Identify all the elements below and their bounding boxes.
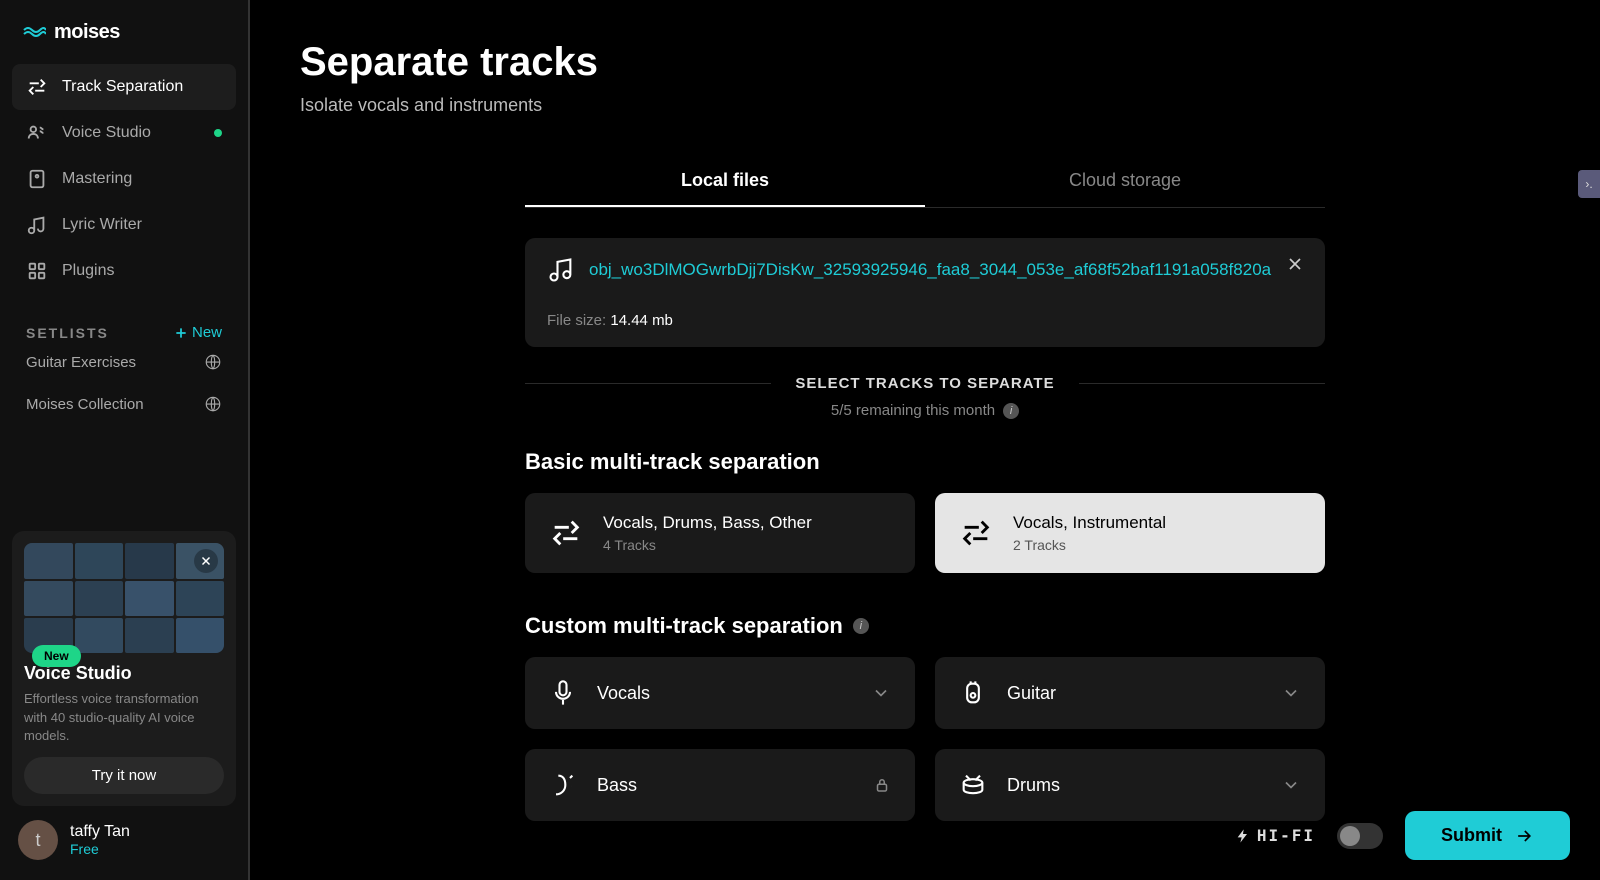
arrow-right-icon [1514,826,1534,846]
lyric-icon [26,214,48,236]
brand-logo[interactable]: moises [12,20,236,64]
custom-bass[interactable]: Bass [525,749,915,821]
nav-plugins[interactable]: Plugins [12,248,236,294]
globe-icon [204,395,222,413]
drums-icon [959,771,987,799]
mastering-icon [26,168,48,190]
nav-voice-studio[interactable]: Voice Studio [12,110,236,156]
plus-icon [174,326,188,340]
guitar-icon [959,679,987,707]
nav-label: Voice Studio [62,124,151,142]
custom-vocals[interactable]: Vocals [525,657,915,729]
chevron-down-icon [871,683,891,703]
info-icon[interactable]: i [1003,403,1019,419]
file-size-value: 14.44 mb [610,312,673,329]
custom-label: Guitar [1007,683,1261,704]
tab-cloud-storage[interactable]: Cloud storage [925,156,1325,207]
option-title: Vocals, Instrumental [1013,513,1166,533]
footer-bar: HI-FI Submit [1235,811,1570,860]
separate-icon [549,516,583,550]
remaining-count: 5/5 remaining this month i [525,402,1325,419]
custom-options-grid: Vocals Guitar Bass Drums [525,657,1325,821]
option-subtitle: 4 Tracks [603,537,812,553]
bass-icon [549,771,577,799]
plugins-icon [26,260,48,282]
user-plan: Free [70,841,130,857]
nav-label: Lyric Writer [62,216,142,234]
submit-label: Submit [1441,825,1502,846]
side-utility-tab[interactable]: ›. [1578,170,1600,198]
brand-name: moises [54,21,120,44]
logo-icon [22,20,46,44]
custom-label: Drums [1007,775,1261,796]
nav-track-separation[interactable]: Track Separation [12,64,236,110]
chevron-down-icon [1281,683,1301,703]
promo-description: Effortless voice transformation with 40 … [24,690,224,745]
info-icon[interactable]: i [853,618,869,634]
promo-card: New Voice Studio Effortless voice transf… [12,531,236,806]
hifi-toggle[interactable] [1337,823,1383,849]
uploaded-file-card: obj_wo3DlMOGwrbDjj7DisKw_32593925946_faa… [525,238,1325,347]
file-size-row: File size: 14.44 mb [547,312,1303,329]
basic-section-title: Basic multi-track separation [525,449,820,475]
option-4-tracks[interactable]: Vocals, Drums, Bass, Other 4 Tracks [525,493,915,573]
new-label: New [192,324,222,341]
custom-guitar[interactable]: Guitar [935,657,1325,729]
sidebar: moises Track Separation Voice Studio Mas… [0,0,250,880]
option-title: Vocals, Drums, Bass, Other [603,513,812,533]
basic-options-grid: Vocals, Drums, Bass, Other 4 Tracks Voca… [525,493,1325,573]
hifi-text: HI-FI [1257,826,1315,845]
setlists-header-row: SETLISTS New [12,324,236,341]
submit-button[interactable]: Submit [1405,811,1570,860]
mic-icon [549,679,577,707]
lock-icon [873,776,891,794]
hifi-label: HI-FI [1235,826,1315,845]
page-subtitle: Isolate vocals and instruments [300,95,1550,116]
user-name: taffy Tan [70,823,130,841]
separate-icon [26,76,48,98]
section-header-row: SELECT TRACKS TO SEPARATE [525,375,1325,392]
section-separate-heading: SELECT TRACKS TO SEPARATE [771,375,1078,392]
user-profile[interactable]: t taffy Tan Free [12,806,236,860]
globe-icon [204,353,222,371]
source-tabs: Local files Cloud storage [525,156,1325,208]
nav-label: Track Separation [62,78,183,96]
setlists-label: SETLISTS [26,325,109,341]
promo-new-badge: New [32,645,81,667]
avatar: t [18,820,58,860]
remaining-text: 5/5 remaining this month [831,402,995,419]
custom-label: Bass [597,775,853,796]
custom-label: Vocals [597,683,851,704]
close-icon [199,554,213,568]
nav-mastering[interactable]: Mastering [12,156,236,202]
tab-local-files[interactable]: Local files [525,156,925,207]
nav-label: Mastering [62,170,132,188]
separate-icon [959,516,993,550]
option-subtitle: 2 Tracks [1013,537,1166,553]
nav-label: Plugins [62,262,114,280]
main-content: Separate tracks Isolate vocals and instr… [250,0,1600,880]
page-title: Separate tracks [300,40,1550,85]
close-icon [1285,254,1305,274]
setlist-label: Moises Collection [26,396,144,413]
new-setlist-button[interactable]: New [174,324,222,341]
remove-file-button[interactable] [1285,254,1305,279]
file-size-label: File size: [547,312,610,329]
setlist-item-guitar-exercises[interactable]: Guitar Exercises [12,341,236,383]
setlist-item-moises-collection[interactable]: Moises Collection [12,383,236,425]
voice-icon [26,122,48,144]
new-indicator-dot [214,129,222,137]
file-name: obj_wo3DlMOGwrbDjj7DisKw_32593925946_faa… [589,260,1303,280]
chevron-down-icon [1281,775,1301,795]
setlist-label: Guitar Exercises [26,354,136,371]
custom-section-title: Custom multi-track separation [525,613,843,639]
lightning-icon [1235,828,1251,844]
option-2-tracks[interactable]: Vocals, Instrumental 2 Tracks [935,493,1325,573]
music-icon [547,256,575,284]
nav-lyric-writer[interactable]: Lyric Writer [12,202,236,248]
promo-try-button[interactable]: Try it now [24,757,224,794]
